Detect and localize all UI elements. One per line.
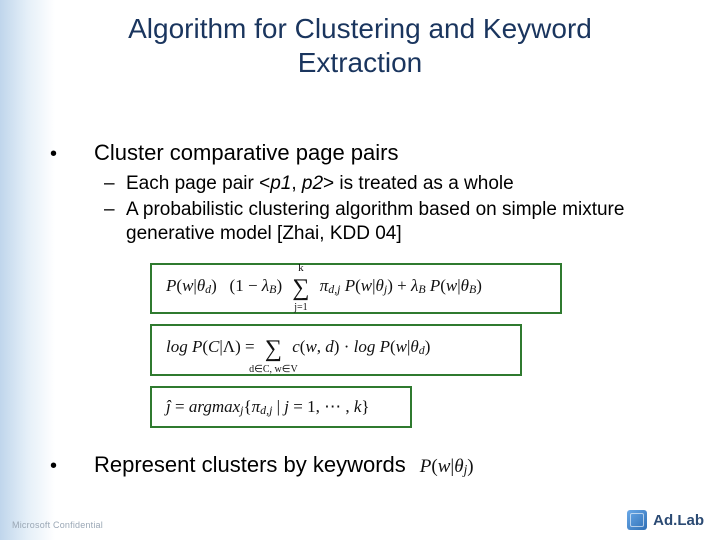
text: A probabilistic clustering algorithm bas… <box>126 198 680 246</box>
sigma-icon: ∑ <box>292 275 309 301</box>
text: > is treated as a whole <box>323 173 514 194</box>
text: Each page pair < <box>126 173 270 194</box>
slide-title: Algorithm for Clustering and Keyword Ext… <box>0 12 720 79</box>
inline-formula: P(w|θj) <box>420 456 474 478</box>
bullet-list-level2: – Each page pair <p1, p2> is treated as … <box>50 172 680 245</box>
sub-bullet-2: – A probabilistic clustering algorithm b… <box>104 198 680 246</box>
footer-logo: Ad.Lab <box>627 510 704 530</box>
var-p2: p2 <box>302 173 323 194</box>
formula-3-text: ĵ = argmaxj{πd,j | j = 1, ⋯ , k} <box>166 397 370 416</box>
text: , <box>291 173 302 194</box>
formula-1-rhs: πd,j P(w|θj) + λB P(w|θB) <box>320 276 482 295</box>
slide: Algorithm for Clustering and Keyword Ext… <box>0 0 720 540</box>
bullet-2: • Represent clusters by keywords P(w|θj) <box>50 452 680 478</box>
sub-bullet-1: – Each page pair <p1, p2> is treated as … <box>104 172 680 196</box>
adlab-icon <box>627 510 647 530</box>
bullet-marker: – <box>104 198 126 222</box>
sum-upper: k <box>298 261 304 275</box>
bullet-1: • Cluster comparative page pairs – Each … <box>50 140 680 438</box>
formula-box-1: P(w|θd) (1 − λB) k ∑ j=1 πd,j P(w|θj) + … <box>150 263 562 314</box>
bullet-marker: – <box>104 172 126 196</box>
bullet-list-level1: • Cluster comparative page pairs – Each … <box>50 140 680 478</box>
formula-box-3: ĵ = argmaxj{πd,j | j = 1, ⋯ , k} <box>150 386 412 428</box>
slide-body: • Cluster comparative page pairs – Each … <box>50 140 680 484</box>
bullet-2-text: Represent clusters by keywords <box>94 452 406 478</box>
formula-stack: P(w|θd) (1 − λB) k ∑ j=1 πd,j P(w|θj) + … <box>150 263 680 438</box>
formula-2-lhs: log P(C|Λ) = <box>166 337 259 356</box>
background-gradient <box>0 0 55 540</box>
var-p1: p1 <box>270 173 291 194</box>
bullet-marker: • <box>50 143 94 166</box>
sum-lower: j=1 <box>294 301 307 314</box>
sigma-icon: ∑ <box>265 336 282 362</box>
bullet-marker: • <box>50 455 94 478</box>
formula-2-rhs: c(w, d) · log P(w|θd) <box>292 337 430 356</box>
adlab-text: Ad.Lab <box>653 512 704 529</box>
formula-1-lhs: P(w|θd) (1 − λB) <box>166 276 286 295</box>
bullet-1-text: Cluster comparative page pairs <box>94 140 398 166</box>
footer-confidential: Microsoft Confidential <box>12 520 103 530</box>
sum-lower: d∈C, w∈V <box>249 363 298 376</box>
formula-box-2: log P(C|Λ) = ∑ d∈C, w∈V c(w, d) · log P(… <box>150 324 522 375</box>
